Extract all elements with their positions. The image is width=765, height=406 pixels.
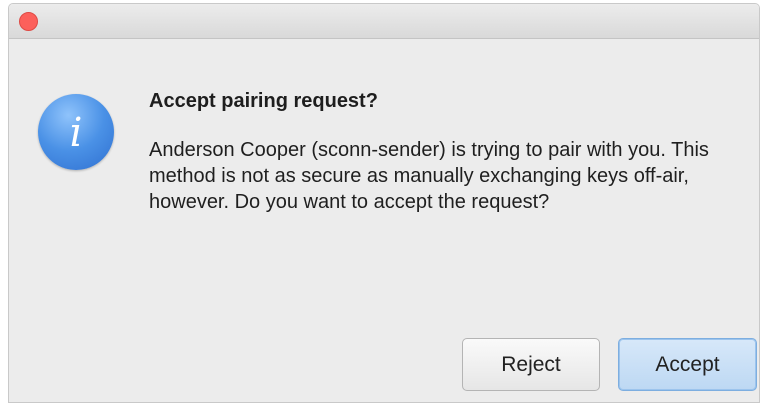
dialog-window: i Accept pairing request? Anderson Coope… <box>8 3 760 403</box>
close-window-button[interactable] <box>19 12 38 31</box>
dialog-title: Accept pairing request? <box>149 90 378 112</box>
dialog-message: Anderson Cooper (sconn-sender) is trying… <box>149 139 709 213</box>
accept-button[interactable]: Accept <box>618 338 757 391</box>
reject-button[interactable]: Reject <box>462 338 600 391</box>
info-icon: i <box>38 94 114 170</box>
svg-text:i: i <box>70 110 83 156</box>
title-bar <box>9 4 759 39</box>
